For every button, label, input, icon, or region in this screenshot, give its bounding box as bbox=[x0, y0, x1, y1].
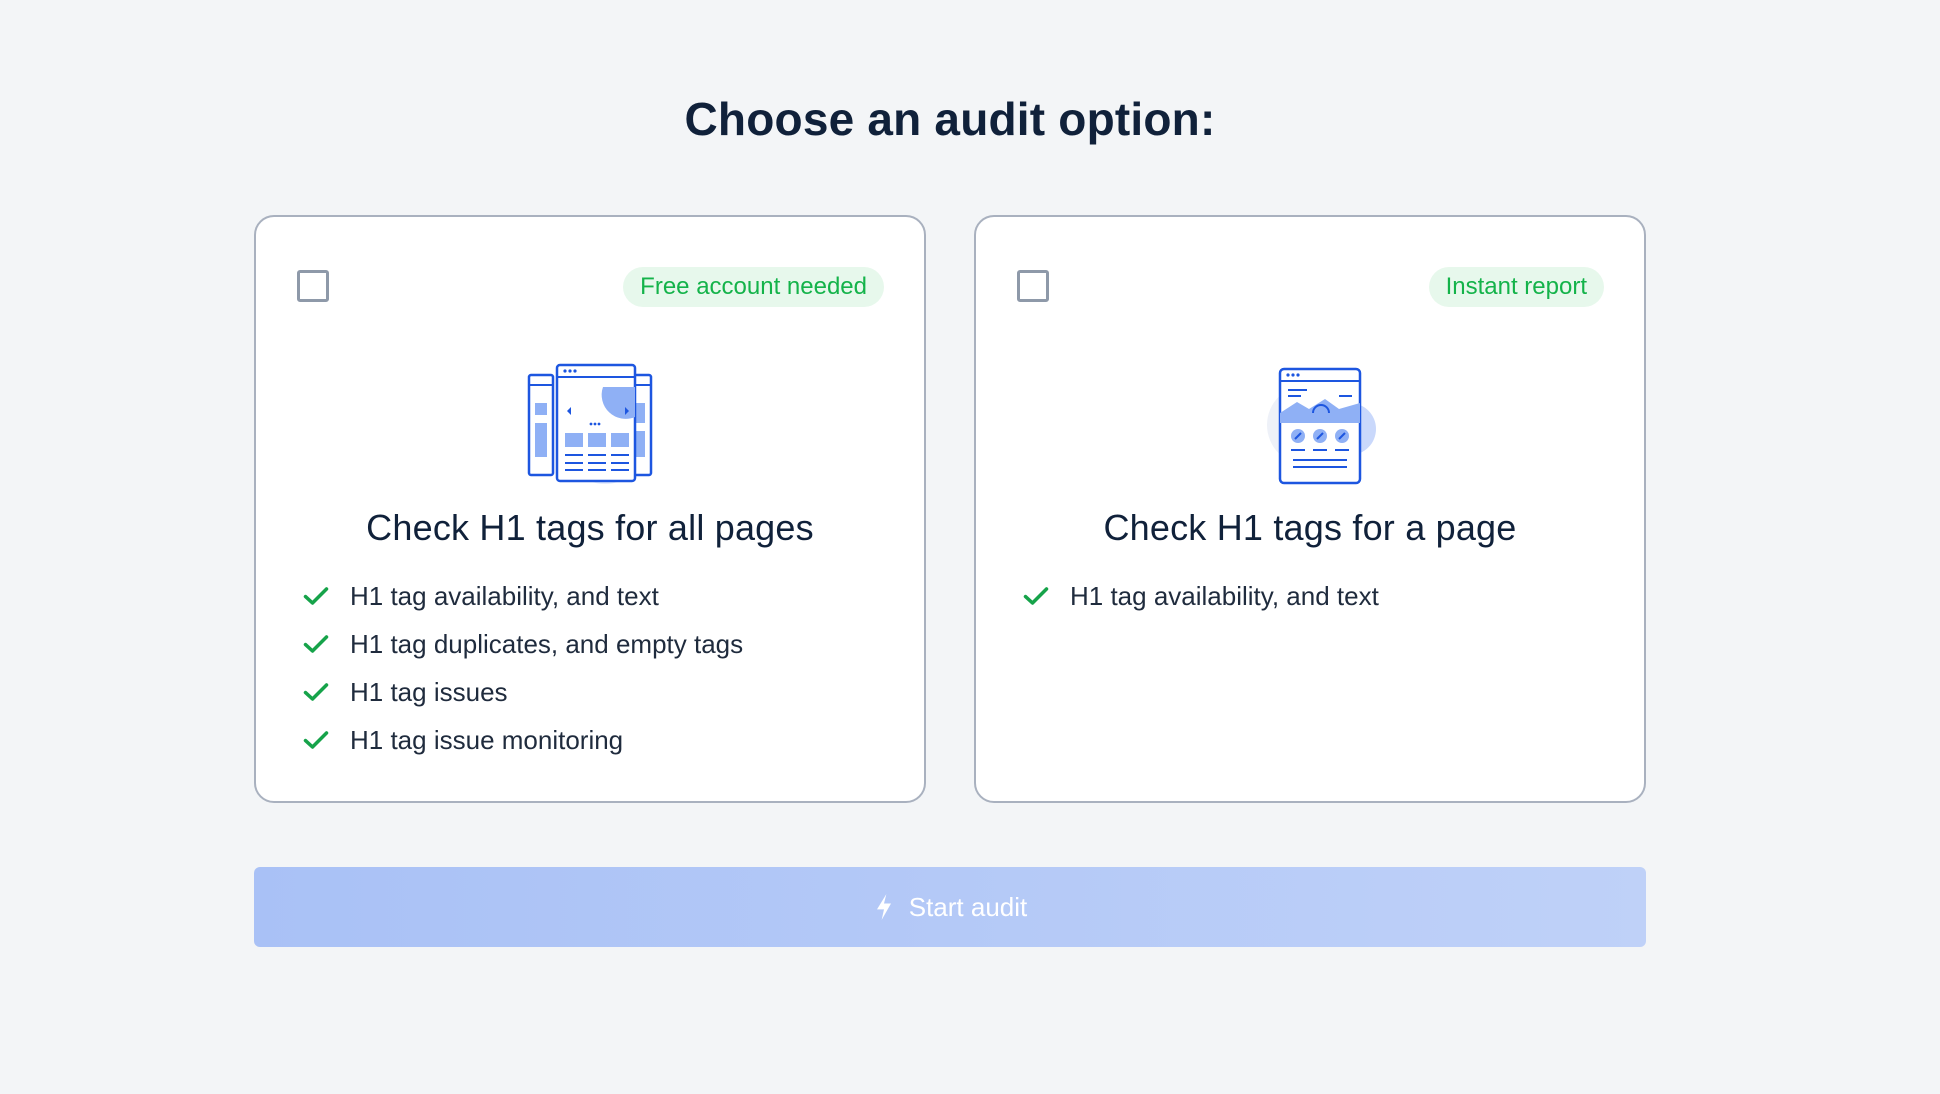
list-item: H1 tag availability, and text bbox=[302, 572, 743, 620]
all-pages-checkbox[interactable] bbox=[297, 270, 329, 302]
feature-label: H1 tag issue monitoring bbox=[350, 724, 624, 755]
start-audit-button[interactable]: Start audit bbox=[254, 867, 1646, 947]
list-item: H1 tag issue monitoring bbox=[302, 716, 743, 764]
page-title: Choose an audit option: bbox=[684, 93, 1216, 145]
lightning-icon bbox=[876, 894, 891, 920]
single-page-illustration bbox=[1267, 367, 1376, 485]
start-audit-label: Start audit bbox=[908, 891, 1028, 922]
single-page-checkbox[interactable] bbox=[1017, 270, 1049, 302]
status-badge: Instant report bbox=[1428, 267, 1604, 307]
check-icon bbox=[1023, 587, 1049, 605]
check-icon bbox=[303, 683, 329, 701]
audit-option-all-pages[interactable]: Free account needed Check H1 tags for al bbox=[254, 215, 926, 803]
multi-page-illustration bbox=[527, 363, 653, 484]
card-title: Check H1 tags for all pages bbox=[366, 507, 814, 548]
list-item: H1 tag availability, and text bbox=[1022, 572, 1379, 620]
list-item: H1 tag duplicates, and empty tags bbox=[302, 620, 743, 668]
card-title: Check H1 tags for a page bbox=[1103, 507, 1517, 548]
feature-label: H1 tag duplicates, and empty tags bbox=[350, 628, 744, 659]
list-item: H1 tag issues bbox=[302, 668, 743, 716]
status-badge: Free account needed bbox=[623, 267, 884, 307]
feature-label: H1 tag issues bbox=[350, 676, 508, 707]
audit-option-single-page[interactable]: Instant report Check H1 tags for a page … bbox=[974, 215, 1646, 803]
feature-list: H1 tag availability, and text H1 tag dup… bbox=[302, 572, 743, 764]
check-icon bbox=[303, 635, 329, 653]
feature-label: H1 tag availability, and text bbox=[1070, 580, 1379, 611]
check-icon bbox=[303, 731, 329, 749]
feature-list: H1 tag availability, and text bbox=[1022, 572, 1379, 620]
check-icon bbox=[303, 587, 329, 605]
feature-label: H1 tag availability, and text bbox=[350, 580, 659, 611]
